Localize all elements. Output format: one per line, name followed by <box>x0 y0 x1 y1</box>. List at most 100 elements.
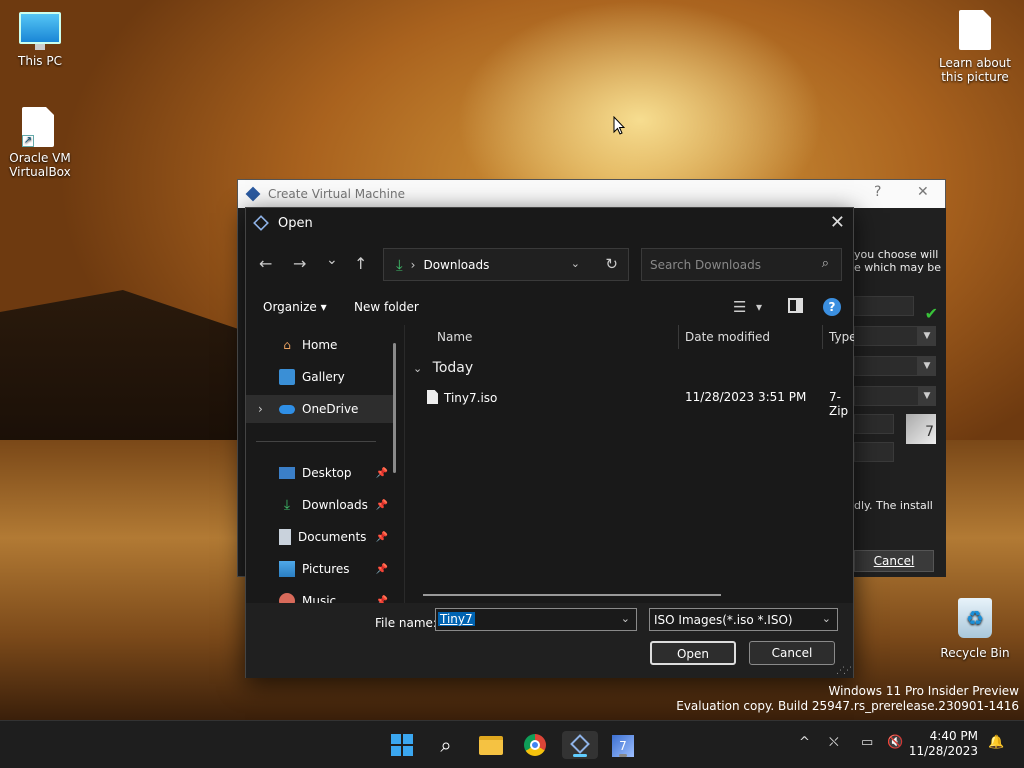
file-icon <box>427 390 438 404</box>
desktop-icon-recycle-bin[interactable]: ♻ Recycle Bin <box>935 598 1015 660</box>
notifications-bell-icon[interactable]: 🔔 <box>988 735 1004 750</box>
column-header-type[interactable]: Type <box>823 325 854 349</box>
address-bar[interactable]: ⤓ › Downloads ⌄ ↻ <box>383 248 629 281</box>
file-name-cell: Tiny7.iso <box>427 390 497 405</box>
vm-info-line: you choose will <box>854 248 939 261</box>
windows7-logo-icon: 7 <box>906 414 936 444</box>
horizontal-scrollbar[interactable] <box>423 594 721 596</box>
command-bar: Organize ▾ New folder ☰ ▾ ? <box>246 295 853 321</box>
nav-item-gallery[interactable]: Gallery <box>246 363 394 391</box>
vm-name-field[interactable] <box>854 296 914 316</box>
nav-item-downloads[interactable]: ⤓ Downloads 📌 <box>246 491 394 519</box>
windows-logo-icon <box>391 734 413 756</box>
help-icon[interactable]: ? <box>823 298 841 316</box>
nav-item-home[interactable]: ⌂ Home <box>246 331 394 359</box>
caret-down-icon[interactable]: ▾ <box>756 300 762 314</box>
navigation-bar: ← → ⌄ ↑ ⤓ › Downloads ⌄ ↻ Search Downloa… <box>246 248 853 282</box>
search-icon[interactable]: ⌕ <box>432 731 460 759</box>
open-file-dialog: Open ✕ ← → ⌄ ↑ ⤓ › Downloads ⌄ ↻ Search … <box>245 207 854 678</box>
vm-iso-field[interactable] <box>854 356 918 376</box>
nav-item-label: Gallery <box>302 370 345 384</box>
desktop-icon-label: Learn about this picture <box>939 56 1011 84</box>
new-folder-button[interactable]: New folder <box>354 300 419 314</box>
file-list: Name Date modified Type ⌄ Today Tiny7.is… <box>404 325 854 603</box>
mouse-cursor-icon <box>613 116 625 135</box>
chevron-down-icon[interactable]: ▼ <box>918 326 936 346</box>
nav-scrollbar[interactable] <box>393 343 396 473</box>
nav-divider <box>256 441 376 442</box>
recent-locations-icon[interactable]: ⌄ <box>326 252 338 268</box>
cancel-button[interactable]: Cancel <box>749 641 835 665</box>
resize-grip-icon[interactable]: ⋰⋰ <box>836 666 852 676</box>
desktop-icon-label: This PC <box>18 54 62 68</box>
group-header-today[interactable]: ⌄ Today <box>413 360 473 376</box>
file-date-cell: 11/28/2023 3:51 PM <box>685 390 807 404</box>
desktop-icon-label: Oracle VM VirtualBox <box>9 151 71 179</box>
open-button[interactable]: Open <box>650 641 736 665</box>
refresh-icon[interactable]: ↻ <box>605 255 618 273</box>
chevron-down-icon[interactable]: ⌄ <box>621 612 630 625</box>
volume-muted-icon[interactable]: 🔇 <box>887 735 903 750</box>
nav-item-desktop[interactable]: Desktop 📌 <box>246 459 394 487</box>
start-button[interactable] <box>388 731 416 759</box>
virtualbox-taskbar-button[interactable] <box>562 731 598 759</box>
close-button[interactable]: ✕ <box>830 212 845 233</box>
virtualbox-icon <box>253 215 269 231</box>
chevron-down-icon[interactable]: ⌄ <box>571 257 580 270</box>
organize-button[interactable]: Organize ▾ <box>263 300 327 314</box>
tray-overflow-icon[interactable]: ^ <box>799 735 810 750</box>
display-icon[interactable]: ▭ <box>861 735 873 750</box>
file-type-select[interactable]: ISO Images(*.iso *.ISO) ⌄ <box>649 608 838 631</box>
close-button[interactable]: ✕ <box>917 184 929 200</box>
monitor-icon <box>19 12 61 50</box>
search-input[interactable]: Search Downloads ⌕ <box>641 248 842 281</box>
vm-version-field[interactable] <box>854 442 894 462</box>
column-header-name[interactable]: Name <box>431 325 679 349</box>
chrome-button[interactable] <box>521 731 549 759</box>
clock-time: 4:40 PM <box>929 729 978 743</box>
network-icon[interactable]: ⛌ <box>829 735 839 750</box>
taskbar-clock[interactable]: 4:40 PM 11/28/2023 <box>909 729 978 759</box>
navigation-pane: ⌂ Home Gallery › OneDrive Desktop 📌 ⤓ Do… <box>246 325 404 603</box>
vm-cancel-button[interactable]: Cancel <box>854 550 934 572</box>
column-header-date[interactable]: Date modified <box>679 325 823 349</box>
back-arrow-icon[interactable]: ← <box>259 254 272 273</box>
preview-pane-icon[interactable] <box>788 298 803 313</box>
chevron-down-icon[interactable]: ▼ <box>918 356 936 376</box>
desktop-icon-learn-picture[interactable]: Learn about this picture <box>935 10 1015 84</box>
nav-item-label: Pictures <box>302 562 350 576</box>
file-row[interactable]: Tiny7.iso 11/28/2023 3:51 PM 7-Zip <box>405 387 854 418</box>
folder-icon <box>479 736 503 755</box>
nav-item-pictures[interactable]: Pictures 📌 <box>246 555 394 583</box>
recycle-bin-icon: ♻ <box>958 598 992 638</box>
chevron-right-icon[interactable]: › <box>258 402 263 416</box>
windows7-taskbar-button[interactable]: 7 <box>609 731 637 759</box>
vm-info-line: e which may be <box>854 261 942 274</box>
up-arrow-icon[interactable]: ↑ <box>354 254 367 273</box>
pin-icon: 📌 <box>375 531 388 543</box>
running-indicator <box>619 754 627 757</box>
pin-icon: 📌 <box>375 467 388 479</box>
file-explorer-button[interactable] <box>477 731 505 759</box>
desktop-icon-virtualbox[interactable]: ↗ Oracle VM VirtualBox <box>0 107 80 179</box>
chevron-down-icon: ⌄ <box>821 612 831 625</box>
nav-item-music[interactable]: Music 📌 <box>246 587 394 603</box>
desktop-icon-this-pc[interactable]: This PC <box>0 12 80 68</box>
pin-icon: 📌 <box>375 499 388 511</box>
vm-folder-field[interactable] <box>854 326 918 346</box>
vm-type-field[interactable] <box>854 414 894 434</box>
pin-icon: 📌 <box>375 563 388 575</box>
view-options-icon[interactable]: ☰ <box>733 298 746 316</box>
forward-arrow-icon[interactable]: → <box>293 254 306 273</box>
search-placeholder: Search Downloads <box>650 258 761 272</box>
pictures-icon <box>279 561 295 577</box>
file-name: Tiny7.iso <box>444 391 498 405</box>
chevron-down-icon[interactable]: ▼ <box>918 386 936 406</box>
file-name-input[interactable]: Tiny7 ⌄ <box>435 608 637 631</box>
nav-item-documents[interactable]: Documents 📌 <box>246 523 394 551</box>
nav-item-onedrive[interactable]: › OneDrive <box>246 395 394 423</box>
taskbar: ⌕ 7 ^ ⛌ ▭ 🔇 4:40 PM 11/28/2023 🔔 <box>0 720 1024 768</box>
music-icon <box>279 593 295 603</box>
breadcrumb-downloads[interactable]: Downloads <box>423 258 489 272</box>
help-button[interactable]: ? <box>874 184 881 200</box>
